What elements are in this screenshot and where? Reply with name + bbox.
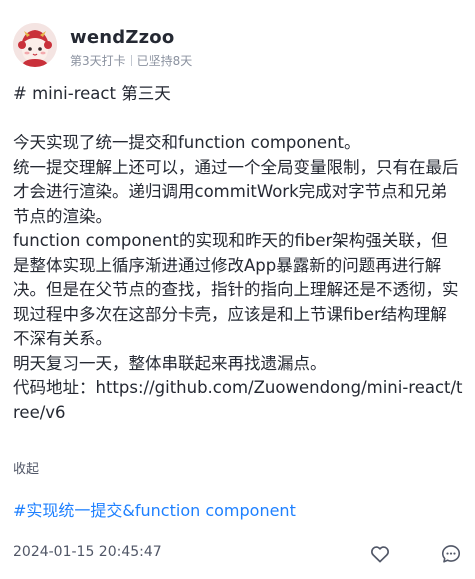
post-paragraph: 明天复习一天，整体串联起来再找遗漏点。 xyxy=(13,353,327,373)
collapse-button[interactable]: 收起 xyxy=(13,458,39,477)
avatar[interactable] xyxy=(13,23,57,67)
post-content: # mini-react 第三天 今天实现了统一提交和function comp… xyxy=(13,82,463,425)
comment-icon xyxy=(441,545,461,563)
comment-button[interactable] xyxy=(440,543,462,565)
avatar-image xyxy=(13,23,57,67)
heart-icon xyxy=(371,546,389,563)
post-title: # mini-react 第三天 xyxy=(13,84,171,103)
post-paragraph: 代码地址：https://github.com/Zuowendong/mini-… xyxy=(13,378,463,422)
topic-tag[interactable]: #实现统一提交&function component xyxy=(13,497,296,521)
author-meta: 第3天打卡 已坚持8天 xyxy=(70,52,192,69)
post-paragraph: 今天实现了统一提交和function component。 xyxy=(13,133,361,152)
post-paragraph: 统一提交理解上还可以，通过一个全局变量限制，只有在最后才会进行渲染。递归调用co… xyxy=(13,157,459,226)
meta-divider xyxy=(130,55,132,66)
author-name[interactable]: wendZzoo xyxy=(70,27,174,48)
checkin-days: 第3天打卡 xyxy=(70,54,126,68)
post-footer: 2024-01-15 20:45:47 xyxy=(13,543,463,565)
post-header: wendZzoo 第3天打卡 已坚持8天 xyxy=(13,23,453,69)
streak-days: 已坚持8天 xyxy=(136,54,193,68)
like-button[interactable] xyxy=(369,543,391,565)
post-paragraph: function component的实现和昨天的fiber架构强关联，但是整体… xyxy=(13,231,459,348)
post-timestamp: 2024-01-15 20:45:47 xyxy=(13,544,162,560)
